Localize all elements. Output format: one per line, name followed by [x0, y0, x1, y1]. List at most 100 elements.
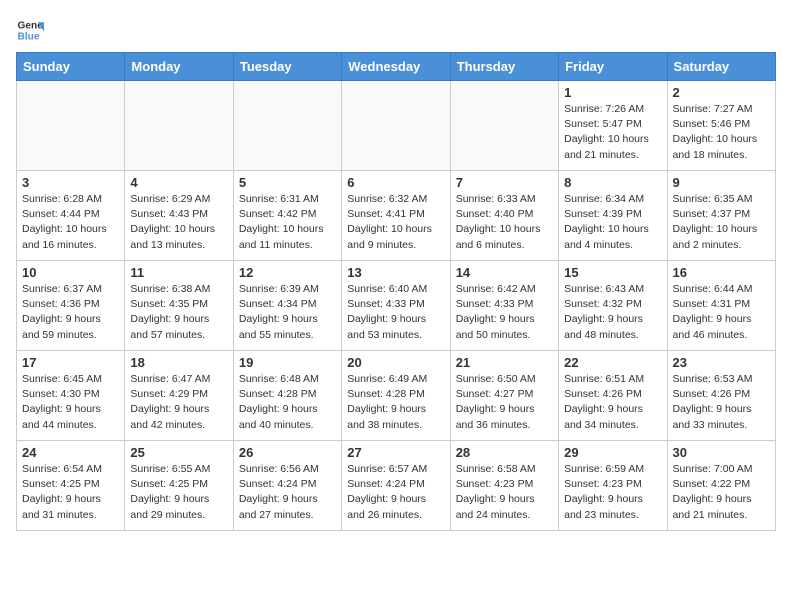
day-number: 14	[456, 265, 553, 280]
day-number: 9	[673, 175, 770, 190]
calendar-cell: 4Sunrise: 6:29 AM Sunset: 4:43 PM Daylig…	[125, 171, 233, 261]
day-info: Sunrise: 6:37 AM Sunset: 4:36 PM Dayligh…	[22, 282, 119, 343]
day-info: Sunrise: 6:49 AM Sunset: 4:28 PM Dayligh…	[347, 372, 444, 433]
calendar-cell: 6 Sunrise: 6:32 AM Sunset: 4:41 PM Daylig…	[342, 171, 450, 261]
day-info: Sunrise: 6:51 AM Sunset: 4:26 PM Dayligh…	[564, 372, 661, 433]
day-number: 20	[347, 355, 444, 370]
day-info: Sunrise: 6:31 AM Sunset: 4:42 PM Dayligh…	[239, 192, 336, 253]
day-info: Sunrise: 6:35 AM Sunset: 4:37 PM Dayligh…	[673, 192, 770, 253]
day-number: 2	[673, 85, 770, 100]
calendar-body: 1Sunrise: 7:26 AM Sunset: 5:47 PM Daylig…	[17, 81, 776, 531]
calendar-cell: 9 Sunrise: 6:35 AM Sunset: 4:37 PM Daylig…	[667, 171, 775, 261]
day-info: Sunrise: 6:33 AM Sunset: 4:40 PM Dayligh…	[456, 192, 553, 253]
calendar-cell: 22 Sunrise: 6:51 AM Sunset: 4:26 PM Dayli…	[559, 351, 667, 441]
svg-text:Blue: Blue	[18, 31, 40, 42]
week-row-4: 17Sunrise: 6:45 AM Sunset: 4:30 PM Dayli…	[17, 351, 776, 441]
day-number: 8	[564, 175, 661, 190]
day-info: Sunrise: 6:47 AM Sunset: 4:29 PM Dayligh…	[130, 372, 227, 433]
week-row-5: 24Sunrise: 6:54 AM Sunset: 4:25 PM Dayli…	[17, 441, 776, 531]
calendar-cell: 13 Sunrise: 6:40 AM Sunset: 4:33 PM Dayli…	[342, 261, 450, 351]
calendar-cell: 29 Sunrise: 6:59 AM Sunset: 4:23 PM Dayli…	[559, 441, 667, 531]
weekday-header-row: SundayMondayTuesdayWednesdayThursdayFrid…	[17, 53, 776, 81]
day-number: 13	[347, 265, 444, 280]
day-number: 3	[22, 175, 119, 190]
day-number: 24	[22, 445, 119, 460]
day-info: Sunrise: 6:34 AM Sunset: 4:39 PM Dayligh…	[564, 192, 661, 253]
day-number: 16	[673, 265, 770, 280]
day-info: Sunrise: 6:39 AM Sunset: 4:34 PM Dayligh…	[239, 282, 336, 343]
day-info: Sunrise: 6:45 AM Sunset: 4:30 PM Dayligh…	[22, 372, 119, 433]
calendar-cell: 20 Sunrise: 6:49 AM Sunset: 4:28 PM Dayli…	[342, 351, 450, 441]
day-info: Sunrise: 7:26 AM Sunset: 5:47 PM Dayligh…	[564, 102, 661, 163]
calendar-cell	[17, 81, 125, 171]
day-number: 18	[130, 355, 227, 370]
calendar-cell	[233, 81, 341, 171]
day-info: Sunrise: 6:50 AM Sunset: 4:27 PM Dayligh…	[456, 372, 553, 433]
calendar-cell: 11 Sunrise: 6:38 AM Sunset: 4:35 PM Dayli…	[125, 261, 233, 351]
calendar-cell: 3 Sunrise: 6:28 AM Sunset: 4:44 PM Daylig…	[17, 171, 125, 261]
page-header: General Blue	[16, 16, 776, 44]
day-info: Sunrise: 6:40 AM Sunset: 4:33 PM Dayligh…	[347, 282, 444, 343]
calendar-cell: 30Sunrise: 7:00 AM Sunset: 4:22 PM Dayli…	[667, 441, 775, 531]
day-number: 23	[673, 355, 770, 370]
day-number: 7	[456, 175, 553, 190]
day-number: 5	[239, 175, 336, 190]
day-info: Sunrise: 6:59 AM Sunset: 4:23 PM Dayligh…	[564, 462, 661, 523]
weekday-header-wednesday: Wednesday	[342, 53, 450, 81]
weekday-header-friday: Friday	[559, 53, 667, 81]
day-number: 19	[239, 355, 336, 370]
day-info: Sunrise: 6:56 AM Sunset: 4:24 PM Dayligh…	[239, 462, 336, 523]
day-info: Sunrise: 6:55 AM Sunset: 4:25 PM Dayligh…	[130, 462, 227, 523]
week-row-3: 10 Sunrise: 6:37 AM Sunset: 4:36 PM Dayli…	[17, 261, 776, 351]
day-info: Sunrise: 6:42 AM Sunset: 4:33 PM Dayligh…	[456, 282, 553, 343]
calendar-cell: 21 Sunrise: 6:50 AM Sunset: 4:27 PM Dayli…	[450, 351, 558, 441]
day-number: 12	[239, 265, 336, 280]
weekday-header-monday: Monday	[125, 53, 233, 81]
logo-icon: General Blue	[16, 16, 44, 44]
day-number: 26	[239, 445, 336, 460]
calendar-cell: 2Sunrise: 7:27 AM Sunset: 5:46 PM Daylig…	[667, 81, 775, 171]
day-info: Sunrise: 6:28 AM Sunset: 4:44 PM Dayligh…	[22, 192, 119, 253]
calendar-cell: 8 Sunrise: 6:34 AM Sunset: 4:39 PM Daylig…	[559, 171, 667, 261]
calendar-cell: 5 Sunrise: 6:31 AM Sunset: 4:42 PM Daylig…	[233, 171, 341, 261]
calendar-cell: 27Sunrise: 6:57 AM Sunset: 4:24 PM Dayli…	[342, 441, 450, 531]
day-number: 29	[564, 445, 661, 460]
calendar-cell: 25 Sunrise: 6:55 AM Sunset: 4:25 PM Dayli…	[125, 441, 233, 531]
calendar-cell: 19Sunrise: 6:48 AM Sunset: 4:28 PM Dayli…	[233, 351, 341, 441]
day-info: Sunrise: 6:57 AM Sunset: 4:24 PM Dayligh…	[347, 462, 444, 523]
weekday-header-sunday: Sunday	[17, 53, 125, 81]
calendar-cell: 10 Sunrise: 6:37 AM Sunset: 4:36 PM Dayli…	[17, 261, 125, 351]
day-info: Sunrise: 6:38 AM Sunset: 4:35 PM Dayligh…	[130, 282, 227, 343]
calendar-cell: 14 Sunrise: 6:42 AM Sunset: 4:33 PM Dayli…	[450, 261, 558, 351]
day-info: Sunrise: 6:53 AM Sunset: 4:26 PM Dayligh…	[673, 372, 770, 433]
calendar-cell: 28 Sunrise: 6:58 AM Sunset: 4:23 PM Dayli…	[450, 441, 558, 531]
day-info: Sunrise: 6:43 AM Sunset: 4:32 PM Dayligh…	[564, 282, 661, 343]
week-row-1: 1Sunrise: 7:26 AM Sunset: 5:47 PM Daylig…	[17, 81, 776, 171]
day-number: 28	[456, 445, 553, 460]
day-number: 25	[130, 445, 227, 460]
week-row-2: 3 Sunrise: 6:28 AM Sunset: 4:44 PM Daylig…	[17, 171, 776, 261]
calendar-cell: 15Sunrise: 6:43 AM Sunset: 4:32 PM Dayli…	[559, 261, 667, 351]
day-number: 21	[456, 355, 553, 370]
day-number: 22	[564, 355, 661, 370]
day-info: Sunrise: 7:00 AM Sunset: 4:22 PM Dayligh…	[673, 462, 770, 523]
day-info: Sunrise: 6:32 AM Sunset: 4:41 PM Dayligh…	[347, 192, 444, 253]
day-info: Sunrise: 6:58 AM Sunset: 4:23 PM Dayligh…	[456, 462, 553, 523]
calendar-cell	[125, 81, 233, 171]
calendar-cell: 26 Sunrise: 6:56 AM Sunset: 4:24 PM Dayli…	[233, 441, 341, 531]
calendar-cell: 7 Sunrise: 6:33 AM Sunset: 4:40 PM Daylig…	[450, 171, 558, 261]
day-number: 11	[130, 265, 227, 280]
day-number: 6	[347, 175, 444, 190]
calendar-table: SundayMondayTuesdayWednesdayThursdayFrid…	[16, 52, 776, 531]
svg-text:General: General	[18, 20, 44, 31]
weekday-header-saturday: Saturday	[667, 53, 775, 81]
logo: General Blue	[16, 16, 44, 44]
calendar-cell: 1Sunrise: 7:26 AM Sunset: 5:47 PM Daylig…	[559, 81, 667, 171]
weekday-header-thursday: Thursday	[450, 53, 558, 81]
calendar-cell	[450, 81, 558, 171]
calendar-cell	[342, 81, 450, 171]
calendar-cell: 12 Sunrise: 6:39 AM Sunset: 4:34 PM Dayli…	[233, 261, 341, 351]
calendar-cell: 24Sunrise: 6:54 AM Sunset: 4:25 PM Dayli…	[17, 441, 125, 531]
day-number: 10	[22, 265, 119, 280]
day-info: Sunrise: 6:44 AM Sunset: 4:31 PM Dayligh…	[673, 282, 770, 343]
